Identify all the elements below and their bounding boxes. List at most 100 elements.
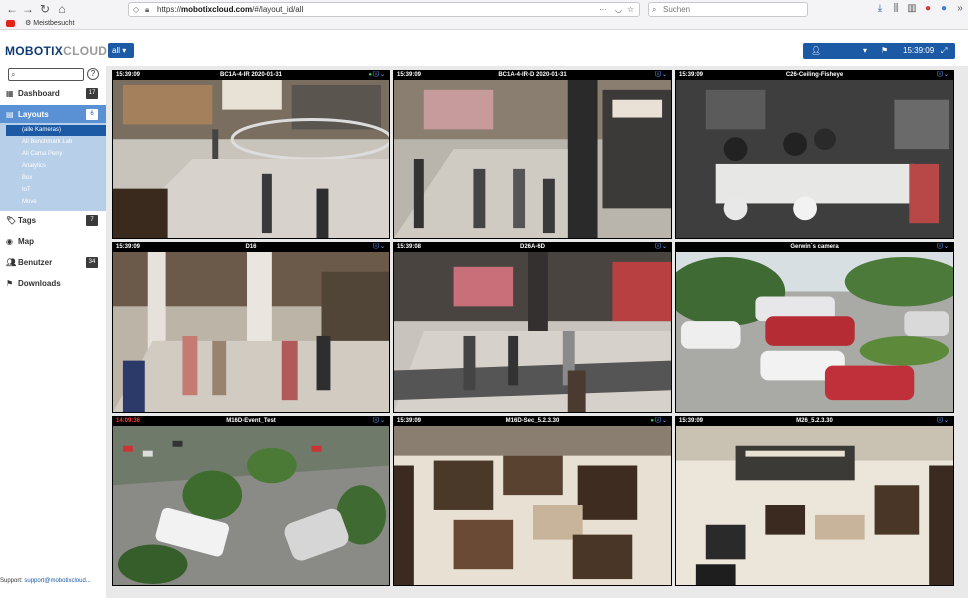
camera-tile[interactable]: 15:39:09 D16 ⓘ⌄ xyxy=(112,242,390,413)
search-placeholder: Suchen xyxy=(663,5,691,14)
home-icon[interactable]: ⌂ xyxy=(54,2,70,17)
camera-feed-image xyxy=(394,80,671,238)
camera-grid-area: 15:39:09 BC1A-4-IR 2020-01-31 ●ⓘ⌄ 15:39:… xyxy=(106,66,968,598)
page-actions-icon[interactable]: ··· xyxy=(599,3,607,16)
tile-status-icons[interactable]: ⓘ⌄ xyxy=(937,417,950,426)
support-label: Support: xyxy=(0,578,23,584)
tile-camera-name: M16D-Event_Test xyxy=(226,418,276,424)
reload-icon[interactable]: ↻ xyxy=(37,2,53,17)
tile-status-icons[interactable]: ⓘ⌄ xyxy=(937,71,950,80)
tile-status-icons[interactable]: ⓘ⌄ xyxy=(937,243,950,252)
youtube-icon[interactable] xyxy=(6,19,15,27)
app-header: MOBOTIXCLOUD all ▾ 👤︎ ▾ ⚑ 15:39:09 ⤢ xyxy=(0,30,968,66)
bookmark-star-icon[interactable]: ☆ xyxy=(627,3,634,16)
tile-status-icons[interactable]: ⓘ⌄ xyxy=(655,71,668,80)
fullscreen-icon[interactable]: ⤢ xyxy=(941,43,947,59)
tile-camera-name: BC1A-4-IR-D 2020-01-31 xyxy=(498,72,567,78)
tile-status-icons[interactable]: ⓘ⌄ xyxy=(373,417,386,426)
account-icon[interactable]: ● xyxy=(938,3,950,15)
camera-tile[interactable]: 15:39:09 M26_5.2.3.30 ⓘ⌄ xyxy=(675,416,954,586)
layout-item[interactable]: Analytics xyxy=(22,161,104,172)
tile-status-icons[interactable]: ●ⓘ⌄ xyxy=(368,71,386,80)
users-icon: 👥︎ xyxy=(6,258,17,267)
tile-header: 15:39:09 D16 ⓘ⌄ xyxy=(113,243,389,252)
layouts-submenu: (alle Kameras) All Benchmark Lab All Cam… xyxy=(0,123,106,211)
camera-tile[interactable]: 15:39:08 D26A-6D ⓘ⌄ xyxy=(393,242,672,413)
clock-time: 15:39:09 xyxy=(903,46,935,55)
tile-header: Gerwin´s camera ⓘ⌄ xyxy=(676,243,953,252)
sidebar-toggle-icon[interactable]: ▥ xyxy=(906,3,918,15)
sidebar-item-layouts[interactable]: ▤ Layouts 6 xyxy=(0,105,106,124)
extension-icon[interactable]: ● xyxy=(922,3,934,15)
layout-item[interactable]: All Cama Perry xyxy=(22,149,104,160)
tile-header: 15:39:09 BC1A-4-IR-D 2020-01-31 ⓘ⌄ xyxy=(394,71,671,80)
tile-header: 15:39:09 BC1A-4-IR 2020-01-31 ●ⓘ⌄ xyxy=(113,71,389,80)
bookmark-meistbesucht[interactable]: Meistbesucht xyxy=(33,20,74,27)
camera-tile[interactable]: 15:39:09 C26-Ceiling-Fisheye ⓘ⌄ xyxy=(675,70,954,239)
tile-camera-name: D16 xyxy=(245,244,257,250)
browser-toolbar: ← → ↻ ⌂ ◇ 🔒︎ https://mobotixcloud.com/#/… xyxy=(0,0,968,30)
help-icon[interactable]: ? xyxy=(87,68,99,80)
layout-item[interactable]: Box xyxy=(22,173,104,184)
sidebar: ⌕ ? ▦ Dashboard 17 ▤ Layouts 6 (alle Kamer… xyxy=(0,66,106,598)
support-email-link[interactable]: support@mobotixcloud... xyxy=(24,578,90,584)
layout-item[interactable]: Move xyxy=(22,197,104,208)
sidebar-item-benutzer[interactable]: 👥︎ Benutzer 34 xyxy=(0,253,106,272)
camera-feed-image xyxy=(676,252,953,412)
url-text: https://mobotixcloud.com/#/layout_id/all xyxy=(157,5,304,14)
tile-status-icons[interactable]: ⓘ⌄ xyxy=(655,243,668,252)
camera-tile[interactable]: Gerwin´s camera ⓘ⌄ xyxy=(675,242,954,413)
layout-item[interactable]: All Benchmark Lab xyxy=(22,137,104,148)
url-bar[interactable]: ◇ 🔒︎ https://mobotixcloud.com/#/layout_i… xyxy=(128,2,640,17)
layout-selector-button[interactable]: all ▾ xyxy=(108,43,134,58)
tile-camera-name: M16D-Sec_5.2.3.30 xyxy=(505,418,560,424)
camera-feed-image xyxy=(113,252,389,412)
shield-icon: ◇ xyxy=(133,5,140,14)
forward-icon[interactable]: → xyxy=(20,2,36,17)
back-icon[interactable]: ← xyxy=(4,2,20,17)
tile-camera-name: D26A-6D xyxy=(519,244,545,250)
user-dropdown-icon[interactable]: ▾ xyxy=(863,43,867,59)
tile-status-icons[interactable]: ⓘ⌄ xyxy=(373,243,386,252)
tile-camera-name: M26_5.2.3.30 xyxy=(796,418,833,424)
flag-icon[interactable]: ⚑ xyxy=(881,43,888,59)
sidebar-item-dashboard[interactable]: ▦ Dashboard 17 xyxy=(0,84,106,103)
user-icon[interactable]: 👤︎ xyxy=(811,43,821,59)
camera-feed-image xyxy=(113,426,389,585)
camera-tile[interactable]: 14:09:36 M16D-Event_Test ⓘ⌄ xyxy=(112,416,390,586)
pocket-icon[interactable]: ◡ xyxy=(615,3,622,16)
mobotix-logo[interactable]: MOBOTIXCLOUD xyxy=(5,44,107,58)
nav-label: Map xyxy=(18,237,34,246)
camera-tile[interactable]: 15:39:09 M16D-Sec_5.2.3.30 ●ⓘ⌄ xyxy=(393,416,672,586)
camera-tile[interactable]: 15:39:09 BC1A-4-IR 2020-01-31 ●ⓘ⌄ xyxy=(112,70,390,239)
nav-label: Tags xyxy=(18,216,37,225)
search-input[interactable]: ⌕ Suchen xyxy=(648,2,808,17)
tile-status-icons[interactable]: ●ⓘ⌄ xyxy=(650,417,668,426)
camera-feed-image xyxy=(676,426,953,585)
sidebar-item-downloads[interactable]: ⚑ Downloads xyxy=(0,274,106,293)
tag-icon: 🏷︎ xyxy=(6,216,17,225)
layout-item[interactable]: IoT xyxy=(22,185,104,196)
count-badge: 17 xyxy=(86,88,98,99)
globe-icon: ◉ xyxy=(6,237,13,246)
sidebar-item-map[interactable]: ◉ Map xyxy=(0,232,106,251)
sidebar-item-tags[interactable]: 🏷︎ Tags 7 xyxy=(0,211,106,230)
camera-tile[interactable]: 15:39:09 BC1A-4-IR-D 2020-01-31 ⓘ⌄ xyxy=(393,70,672,239)
search-icon: ⌕ xyxy=(11,70,16,79)
nav-label: Dashboard xyxy=(18,89,60,98)
bookmarks-bar: ⚙ Meistbesucht xyxy=(6,19,74,29)
settings-gear-icon: ⚙ xyxy=(25,20,32,27)
download-icon[interactable]: ⤓ xyxy=(874,3,886,15)
camera-feed-image xyxy=(394,426,671,585)
overflow-icon[interactable]: » xyxy=(954,3,966,15)
layouts-icon: ▤ xyxy=(6,110,14,119)
tile-camera-name: Gerwin´s camera xyxy=(790,244,839,250)
sidebar-search-input[interactable]: ⌕ xyxy=(8,68,84,81)
top-right-controls: 👤︎ ▾ ⚑ 15:39:09 ⤢ xyxy=(803,43,955,59)
nav-label: Benutzer xyxy=(18,258,53,267)
tile-header: 15:39:09 C26-Ceiling-Fisheye ⓘ⌄ xyxy=(676,71,953,80)
layout-item-all-cameras[interactable]: (alle Kameras) xyxy=(6,125,106,136)
library-icon[interactable]: ⫼ xyxy=(890,3,902,15)
support-footer: Support: support@mobotixcloud... xyxy=(0,578,91,584)
tile-camera-name: C26-Ceiling-Fisheye xyxy=(785,72,844,78)
